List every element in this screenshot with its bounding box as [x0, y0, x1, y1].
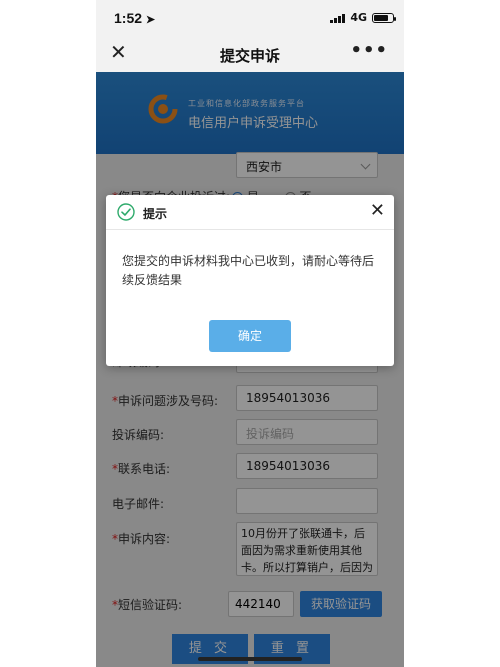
- battery-icon: [372, 12, 396, 23]
- more-icon[interactable]: •••: [350, 40, 388, 61]
- phone-screen: 1:52 ➤ 4G ✕ 提交申诉 ••• 工业和信息化部政务服务平台 电信用户申…: [96, 0, 404, 667]
- nav-bar: ✕ 提交申诉 •••: [96, 36, 404, 74]
- page: 1:52 ➤ 4G ✕ 提交申诉 ••• 工业和信息化部政务服务平台 电信用户申…: [0, 0, 500, 667]
- dialog-header: 提示 ✕: [106, 195, 394, 230]
- dialog-message: 您提交的申诉材料我中心已收到，请耐心等待后续反馈结果: [122, 254, 375, 287]
- close-icon[interactable]: ✕: [370, 200, 385, 221]
- signal-icon: [330, 13, 346, 23]
- status-indicators: 4G: [330, 11, 396, 24]
- dialog-title: 提示: [143, 207, 168, 221]
- modal-overlay[interactable]: [96, 72, 404, 667]
- notice-dialog: 提示 ✕ 您提交的申诉材料我中心已收到，请耐心等待后续反馈结果 确定: [106, 195, 394, 366]
- ok-button[interactable]: 确定: [209, 320, 291, 352]
- status-bar: 1:52 ➤ 4G: [96, 0, 404, 36]
- status-time: 1:52 ➤: [114, 10, 156, 26]
- check-circle-icon: [117, 203, 135, 221]
- home-indicator[interactable]: [198, 657, 302, 661]
- network-label: 4G: [350, 11, 367, 24]
